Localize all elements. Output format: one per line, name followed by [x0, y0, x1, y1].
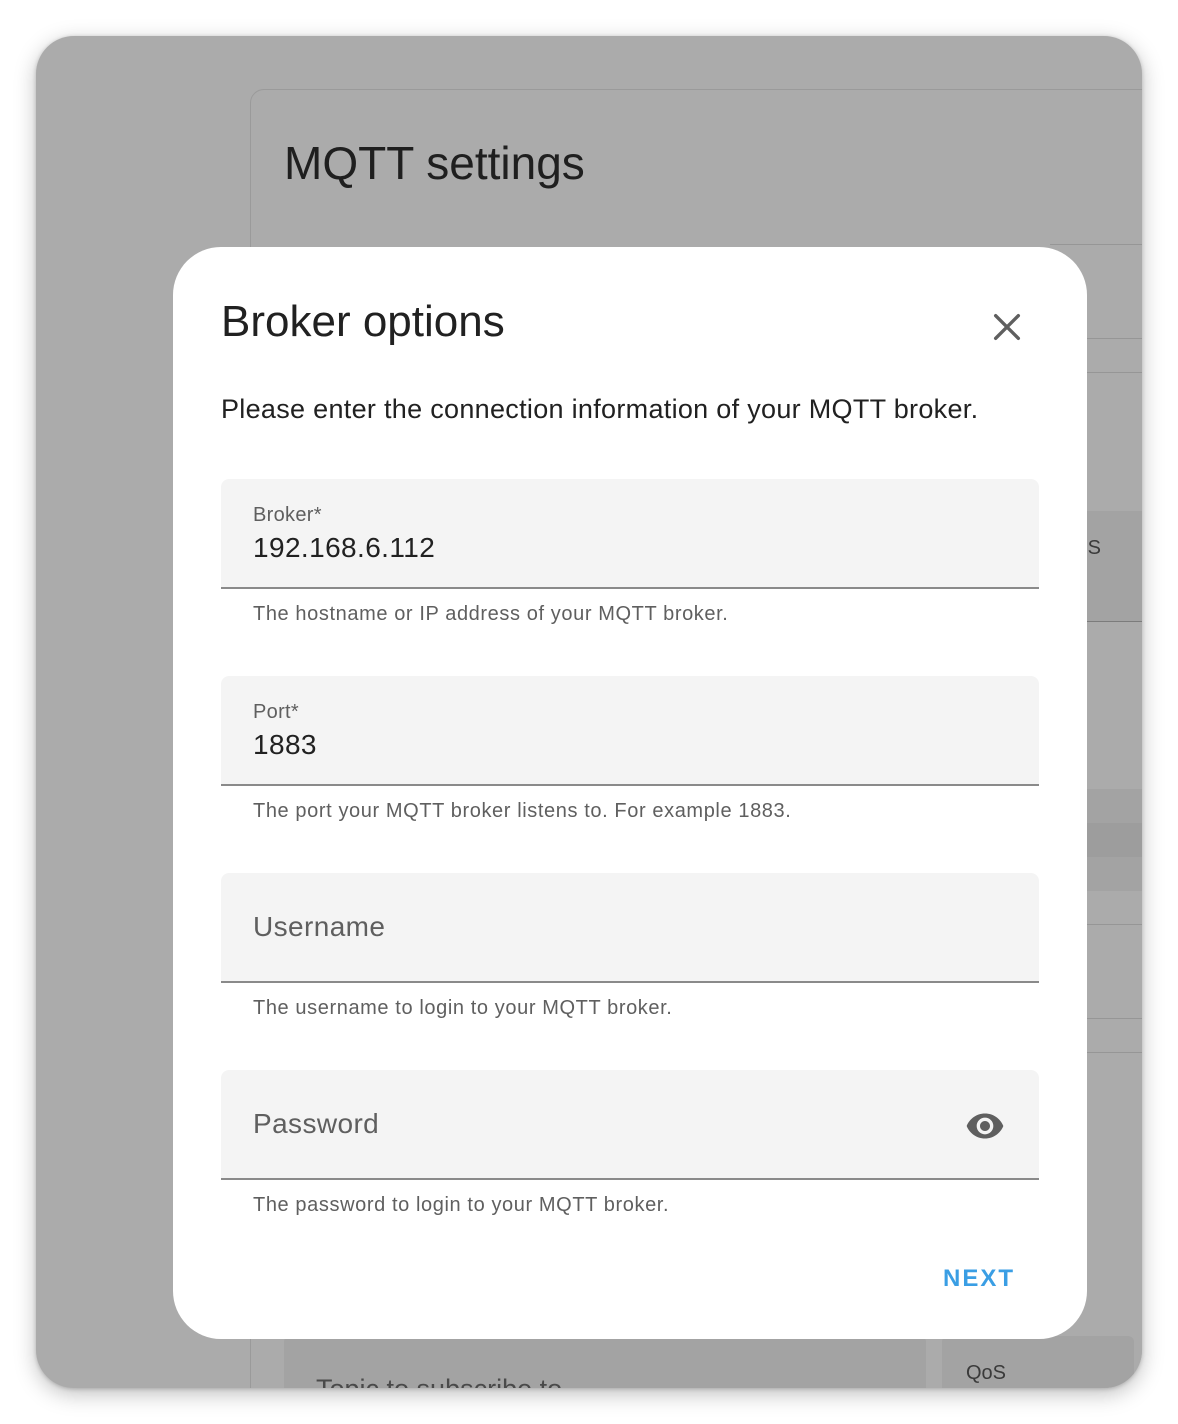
- background-topic-field: Topic to subscribe to: [284, 1336, 926, 1388]
- app-window: MQTT settings QoS 0 Topic to subscribe t…: [36, 36, 1142, 1388]
- port-helper-text: The port your MQTT broker listens to. Fo…: [253, 800, 792, 822]
- close-icon: [993, 313, 1021, 341]
- password-helper-text: The password to login to your MQTT broke…: [253, 1194, 670, 1216]
- background-page-title: MQTT settings: [284, 137, 585, 189]
- broker-options-dialog: Broker options Please enter the connecti…: [173, 247, 1087, 1339]
- username-field[interactable]: Username: [221, 873, 1039, 983]
- background-qos-select-label: QoS: [966, 1362, 1007, 1384]
- broker-helper-text: The hostname or IP address of your MQTT …: [253, 603, 729, 625]
- background-qos-select: QoS: [942, 1336, 1134, 1388]
- eye-icon: [966, 1113, 1004, 1139]
- next-button[interactable]: NEXT: [943, 1265, 1015, 1293]
- dialog-title: Broker options: [221, 297, 505, 346]
- broker-field-label: Broker*: [253, 504, 322, 526]
- broker-field[interactable]: Broker* 192.168.6.112: [221, 479, 1039, 589]
- password-visibility-toggle[interactable]: [961, 1102, 1009, 1150]
- username-helper-text: The username to login to your MQTT broke…: [253, 997, 673, 1019]
- port-field[interactable]: Port* 1883: [221, 676, 1039, 786]
- background-divider: [1050, 244, 1142, 245]
- port-field-value: 1883: [253, 729, 317, 760]
- close-button[interactable]: [983, 303, 1031, 351]
- broker-field-value: 192.168.6.112: [253, 532, 436, 563]
- dialog-description: Please enter the connection information …: [221, 394, 979, 424]
- port-field-label: Port*: [253, 701, 299, 723]
- password-field[interactable]: Password: [221, 1070, 1039, 1180]
- password-field-label: Password: [253, 1108, 380, 1139]
- background-topic-placeholder: Topic to subscribe to: [316, 1374, 562, 1388]
- username-field-label: Username: [253, 911, 386, 942]
